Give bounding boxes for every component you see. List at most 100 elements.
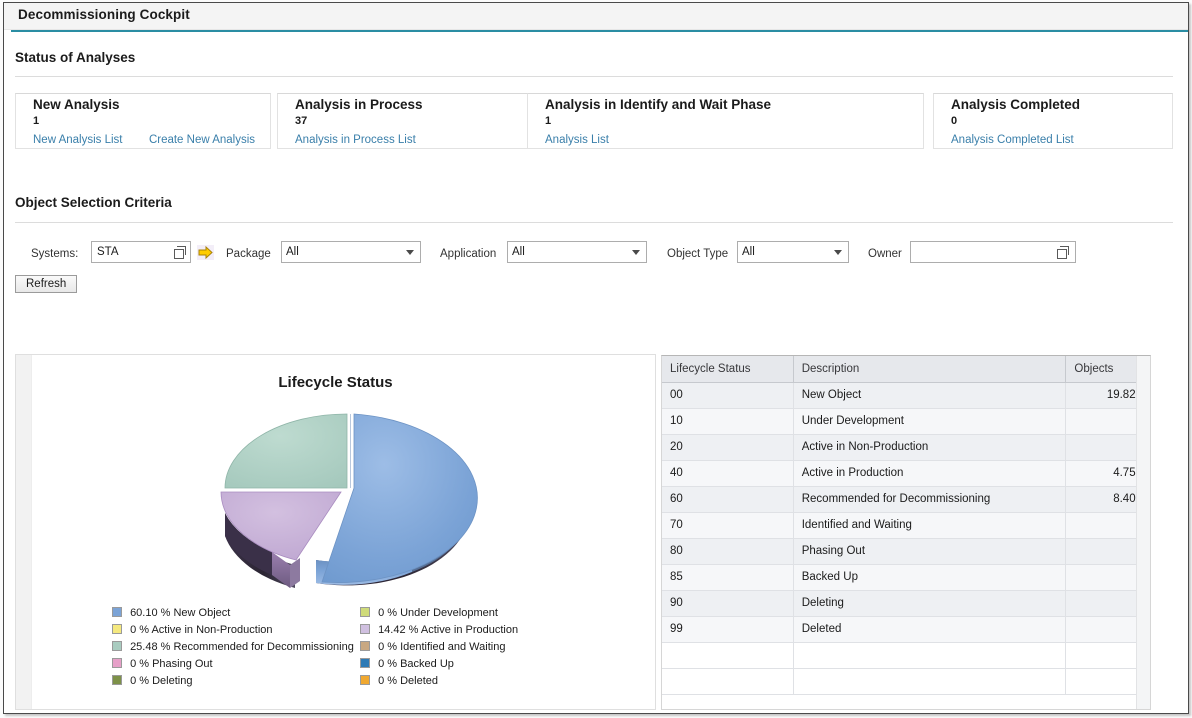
- status-card-title: Analysis Completed: [951, 97, 1080, 112]
- chart-gutter: [16, 355, 32, 709]
- cell-status: 80: [662, 538, 793, 564]
- application-label: Application: [440, 248, 496, 260]
- refresh-button[interactable]: Refresh: [15, 275, 77, 293]
- navigate-arrow-icon[interactable]: [197, 244, 215, 261]
- table-row[interactable]: 60 Recommended for Decommissioning 8.407: [662, 486, 1150, 512]
- table-row[interactable]: 00 New Object 19.826: [662, 382, 1150, 408]
- link-analysis-in-process-list[interactable]: Analysis in Process List: [295, 134, 416, 146]
- column-header-lifecycle-status[interactable]: Lifecycle Status: [662, 356, 793, 382]
- link-create-new-analysis[interactable]: Create New Analysis: [149, 134, 255, 146]
- status-card-links: Analysis in Process List: [295, 130, 438, 148]
- table-row[interactable]: 10 Under Development 0: [662, 408, 1150, 434]
- table-right-strip: [1136, 356, 1150, 709]
- link-analysis-completed-list[interactable]: Analysis Completed List: [951, 134, 1074, 146]
- lifecycle-status-table: Lifecycle Status Description Objects 00 …: [662, 356, 1150, 695]
- status-card-count: 1: [545, 115, 551, 127]
- section-divider-criteria: [15, 222, 1173, 223]
- value-help-icon-owner[interactable]: [1057, 246, 1069, 258]
- legend-swatch-icon: [112, 607, 122, 617]
- cell-description: Identified and Waiting: [793, 512, 1066, 538]
- legend-label: 0 % Active in Non-Production: [130, 624, 272, 636]
- legend-item: 25.48 % Recommended for Decommissioning: [112, 639, 362, 656]
- table-header-row: Lifecycle Status Description Objects: [662, 356, 1150, 382]
- app-window: Decommissioning Cockpit Status of Analys…: [0, 0, 1192, 718]
- status-card-links: New Analysis List Create New Analysis: [33, 130, 277, 148]
- criteria-toolbar: Systems: Package All Application: [4, 241, 1188, 271]
- owner-input[interactable]: [910, 241, 1076, 263]
- table-row[interactable]: 40 Active in Production 4.756: [662, 460, 1150, 486]
- legend-swatch-icon: [360, 624, 370, 634]
- value-help-icon-systems[interactable]: [174, 246, 186, 258]
- legend-item: 0 % Backed Up: [360, 656, 540, 673]
- legend-swatch-icon: [112, 641, 122, 651]
- table-row[interactable]: 20 Active in Non-Production 0: [662, 434, 1150, 460]
- legend-item: 14.42 % Active in Production: [360, 622, 540, 639]
- table-row[interactable]: 70 Identified and Waiting 1: [662, 512, 1150, 538]
- link-analysis-list[interactable]: Analysis List: [545, 134, 609, 146]
- legend-label: 0 % Identified and Waiting: [378, 641, 505, 653]
- chart-panel: Lifecycle Status: [15, 354, 656, 710]
- legend-swatch-icon: [360, 658, 370, 668]
- status-card-identify-and-wait[interactable]: Analysis in Identify and Wait Phase 1 An…: [527, 93, 924, 149]
- status-card-new-analysis[interactable]: New Analysis 1 New Analysis List Create …: [15, 93, 271, 149]
- status-card-links: Analysis Completed List: [951, 130, 1096, 148]
- cell-status: 40: [662, 460, 793, 486]
- window-titlebar: Decommissioning Cockpit: [4, 3, 1188, 30]
- status-card-count: 0: [951, 115, 957, 127]
- object-type-label: Object Type: [667, 248, 728, 260]
- table-row[interactable]: 80 Phasing Out 0: [662, 538, 1150, 564]
- cell-description: Active in Production: [793, 460, 1066, 486]
- cell-status: 60: [662, 486, 793, 512]
- legend-item: 0 % Phasing Out: [112, 656, 362, 673]
- titlebar-accent: [4, 3, 9, 29]
- legend-label: 60.10 % New Object: [130, 607, 230, 619]
- legend-label: 0 % Under Development: [378, 607, 498, 619]
- cell-status: 10: [662, 408, 793, 434]
- cell-status: 20: [662, 434, 793, 460]
- cell-status: 00: [662, 382, 793, 408]
- legend-label: 0 % Backed Up: [378, 658, 454, 670]
- cell-status: [662, 668, 793, 694]
- legend-swatch-icon: [112, 658, 122, 668]
- link-new-analysis-list[interactable]: New Analysis List: [33, 134, 122, 146]
- application-select[interactable]: All: [507, 241, 647, 263]
- legend-item: 0 % Deleting: [112, 673, 362, 690]
- table-row-empty[interactable]: [662, 668, 1150, 694]
- pie-chart: [212, 400, 482, 600]
- status-card-links: Analysis List: [545, 130, 631, 148]
- status-card-count: 1: [33, 115, 39, 127]
- title-underline: [11, 30, 1188, 32]
- cell-description: Active in Non-Production: [793, 434, 1066, 460]
- cell-status: [662, 642, 793, 668]
- cell-description: Phasing Out: [793, 538, 1066, 564]
- table-row-empty[interactable]: [662, 642, 1150, 668]
- legend-column-right: 0 % Under Development 14.42 % Active in …: [360, 605, 540, 690]
- status-card-count: 37: [295, 115, 307, 127]
- package-select[interactable]: All: [281, 241, 421, 263]
- legend-swatch-icon: [360, 607, 370, 617]
- cell-status: 99: [662, 616, 793, 642]
- cell-status: 85: [662, 564, 793, 590]
- column-header-description[interactable]: Description: [793, 356, 1066, 382]
- cell-description: New Object: [793, 382, 1066, 408]
- object-type-select[interactable]: All: [737, 241, 849, 263]
- cell-description: [793, 668, 1066, 694]
- legend-label: 0 % Deleted: [378, 675, 438, 687]
- cell-description: Backed Up: [793, 564, 1066, 590]
- page-title: Decommissioning Cockpit: [18, 7, 190, 22]
- status-card-analysis-in-process[interactable]: Analysis in Process 37 Analysis in Proce…: [277, 93, 533, 149]
- legend-item: 0 % Active in Non-Production: [112, 622, 362, 639]
- legend-item: 0 % Deleted: [360, 673, 540, 690]
- status-card-analysis-completed[interactable]: Analysis Completed 0 Analysis Completed …: [933, 93, 1173, 149]
- table-row[interactable]: 99 Deleted 0: [662, 616, 1150, 642]
- lifecycle-status-table-panel: Lifecycle Status Description Objects 00 …: [661, 355, 1151, 710]
- section-header-status-of-analyses: Status of Analyses: [15, 50, 135, 65]
- owner-label: Owner: [868, 248, 902, 260]
- table-row[interactable]: 85 Backed Up 0: [662, 564, 1150, 590]
- legend-label: 14.42 % Active in Production: [378, 624, 518, 636]
- chart-title: Lifecycle Status: [16, 374, 655, 391]
- cell-description: Deleted: [793, 616, 1066, 642]
- package-label: Package: [226, 248, 271, 260]
- table-row[interactable]: 90 Deleting 0: [662, 590, 1150, 616]
- legend-swatch-icon: [360, 675, 370, 685]
